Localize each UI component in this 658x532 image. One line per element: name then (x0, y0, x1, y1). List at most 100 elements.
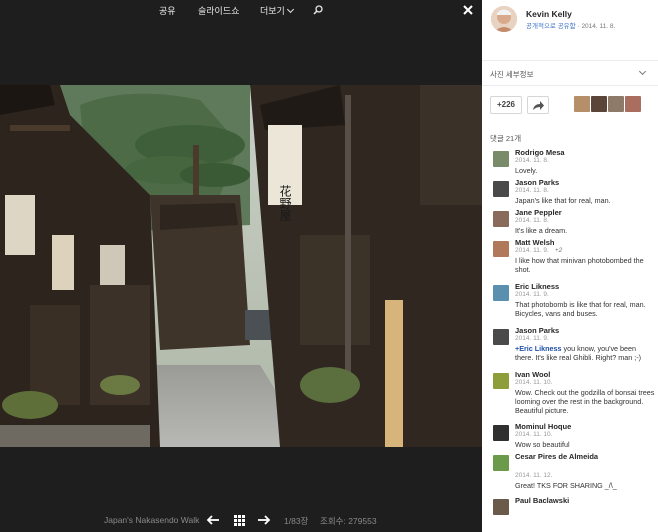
plus-one-button[interactable]: +226 (490, 96, 522, 114)
avatar[interactable] (591, 96, 607, 112)
comment-date: 2014. 11. 8. (515, 157, 549, 164)
owner-avatar-image (491, 6, 517, 32)
avatar[interactable] (493, 181, 509, 197)
comment-author[interactable]: Cesar Pires de Almeida (515, 452, 605, 461)
photo-details-toggle[interactable]: 사진 세부정보 (482, 60, 658, 86)
comment-date: 2014. 11. 9. +2 (515, 247, 562, 254)
comment-date-text: 2014. 11. 9. (515, 291, 549, 298)
comment-date-text: 2014. 11. 10. (515, 431, 553, 438)
visibility-link[interactable]: 공개적으로 공유함 (526, 23, 576, 30)
comments-count: 댓글 21개 (490, 134, 522, 143)
comment-item: Rodrigo Mesa 2014. 11. 8. Lovely. (482, 148, 658, 178)
comment-text: That photobomb is like that for real, ma… (515, 300, 646, 318)
comment-date: 2014. 11. 12. (515, 472, 552, 479)
chevron-down-icon (286, 5, 294, 14)
more-menu-button[interactable]: 더보기 (260, 4, 294, 17)
avatar[interactable] (493, 211, 509, 227)
owner-name[interactable]: Kevin Kelly (526, 9, 572, 19)
slideshow-button[interactable]: 슬라이드쇼 (198, 4, 239, 17)
comment-text: Great! TKS FOR SHARING _/\_ (515, 481, 617, 490)
comment-date: 2014. 11. 10. (515, 379, 552, 386)
street-photo-image: 花野屋 (0, 85, 482, 447)
reshare-button[interactable] (527, 96, 549, 114)
comment-date-text: 2014. 11. 10. (515, 379, 553, 386)
comment-author[interactable]: Ivan Wool (515, 370, 550, 379)
comment-item: Eric Likness 2014. 11. 9. That photobomb i… (482, 282, 658, 326)
comment-text: +Eric Likness you know, you've been ther… (515, 344, 642, 362)
comment-author[interactable]: Eric Likness (515, 282, 559, 291)
comment-item: Ivan Wool 2014. 11. 10. Wow. Check out the… (482, 370, 658, 422)
avatar[interactable] (493, 425, 509, 441)
comment-item: Matt Welsh 2014. 11. 9. +2 I like how that … (482, 238, 658, 282)
comment-text: It's like a dream. (515, 226, 568, 235)
arrow-left-icon[interactable] (206, 514, 220, 526)
comment-text: I like how that minivan photobombed the … (515, 256, 644, 274)
view-count: 조회수: 279553 (320, 515, 377, 527)
comment-text: Wow so beautiful (515, 440, 570, 449)
comment-author[interactable]: Matt Welsh (515, 238, 554, 247)
avatar[interactable] (493, 285, 509, 301)
comment-item: Jason Parks 2014. 11. 9. +Eric Likness you… (482, 326, 658, 370)
comment-date: 2014. 11. 9. (515, 291, 549, 298)
owner-meta: 공개적으로 공유함 · 2014. 11. 8. (526, 20, 615, 30)
comment-date: 2014. 11. 8. (515, 217, 549, 224)
comment-date-text: 2014. 11. 8. (515, 187, 549, 194)
comment-author[interactable]: Paul Baclawski (515, 496, 569, 505)
comment-date-text: 2014. 11. 8. (515, 217, 549, 224)
avatar[interactable] (491, 6, 517, 32)
comment-date-text: 2014. 11. 9. (515, 247, 549, 254)
photo-details-label: 사진 세부정보 (490, 70, 534, 79)
comment-date-text: 2014. 11. 8. (515, 157, 549, 164)
chevron-down-icon (638, 67, 647, 76)
avatar[interactable] (574, 96, 590, 112)
comment-author[interactable]: Mominul Hoque (515, 422, 571, 431)
more-label: 더보기 (260, 6, 285, 16)
comment-item: Cesar Pires de Almeida 2014. 11. 12. Great… (482, 452, 658, 496)
plus-one-avatars (574, 96, 642, 117)
avatar[interactable] (493, 499, 509, 515)
views-value: 279553 (348, 516, 377, 526)
post-date: · 2014. 11. 8. (577, 23, 616, 30)
arrow-right-icon[interactable] (257, 514, 271, 526)
viewer-footer: Japan's Nakasendo Walk 1/83장 조회수: 279553 (0, 508, 482, 532)
avatar[interactable] (608, 96, 624, 112)
comment-item: Paul Baclawski (482, 496, 658, 516)
viewer-toolbar: 공유 슬라이드쇼 더보기 (0, 0, 482, 22)
search-icon[interactable] (313, 5, 323, 15)
main-photo[interactable]: 花野屋 (0, 85, 482, 447)
views-label: 조회수: (320, 516, 346, 526)
mention-link[interactable]: +Eric Likness (515, 344, 562, 353)
comment-author[interactable]: Jason Parks (515, 178, 559, 187)
comment-text: Japan's like that for real, man. (515, 196, 611, 205)
avatar[interactable] (625, 96, 641, 112)
share-button[interactable]: 공유 (159, 4, 176, 17)
comment-item: Mominul Hoque 2014. 11. 10. Wow so beautif… (482, 422, 658, 452)
photo-counter: 1/83장 (284, 516, 309, 526)
comment-item: Jane Peppler 2014. 11. 8. It's like a drea… (482, 208, 658, 238)
comment-text: Lovely. (515, 166, 538, 175)
comment-date: 2014. 11. 8. (515, 187, 549, 194)
comment-date-text: 2014. 11. 12. (515, 472, 553, 479)
comment-date: 2014. 11. 9. (515, 335, 549, 342)
owner-header: Kevin Kelly 공개적으로 공유함 · 2014. 11. 8. (482, 0, 658, 56)
share-arrow-icon (533, 101, 544, 110)
comment-item: Jason Parks 2014. 11. 8. Japan's like that… (482, 178, 658, 208)
comment-author[interactable]: Jason Parks (515, 326, 559, 335)
plus-one-bar: +226 (490, 96, 650, 114)
comment-date: 2014. 11. 10. (515, 431, 552, 438)
comment-author[interactable]: Jane Peppler (515, 208, 562, 217)
comment-date-text: 2014. 11. 9. (515, 335, 549, 342)
avatar[interactable] (493, 329, 509, 345)
avatar[interactable] (493, 373, 509, 389)
avatar[interactable] (493, 151, 509, 167)
avatar[interactable] (493, 241, 509, 257)
photo-viewer: 공유 슬라이드쇼 더보기 花野屋 Japan's Nakasendo Walk … (0, 0, 482, 532)
comment-plus-count[interactable]: +2 (555, 247, 562, 254)
album-caption[interactable]: Japan's Nakasendo Walk (104, 515, 199, 525)
info-panel: Kevin Kelly 공개적으로 공유함 · 2014. 11. 8. 사진 … (482, 0, 658, 532)
avatar[interactable] (493, 455, 509, 471)
grid-icon[interactable] (234, 515, 245, 526)
close-icon[interactable] (462, 4, 474, 16)
comment-author[interactable]: Rodrigo Mesa (515, 148, 565, 157)
shop-sign-text: 花野屋 (278, 184, 292, 222)
